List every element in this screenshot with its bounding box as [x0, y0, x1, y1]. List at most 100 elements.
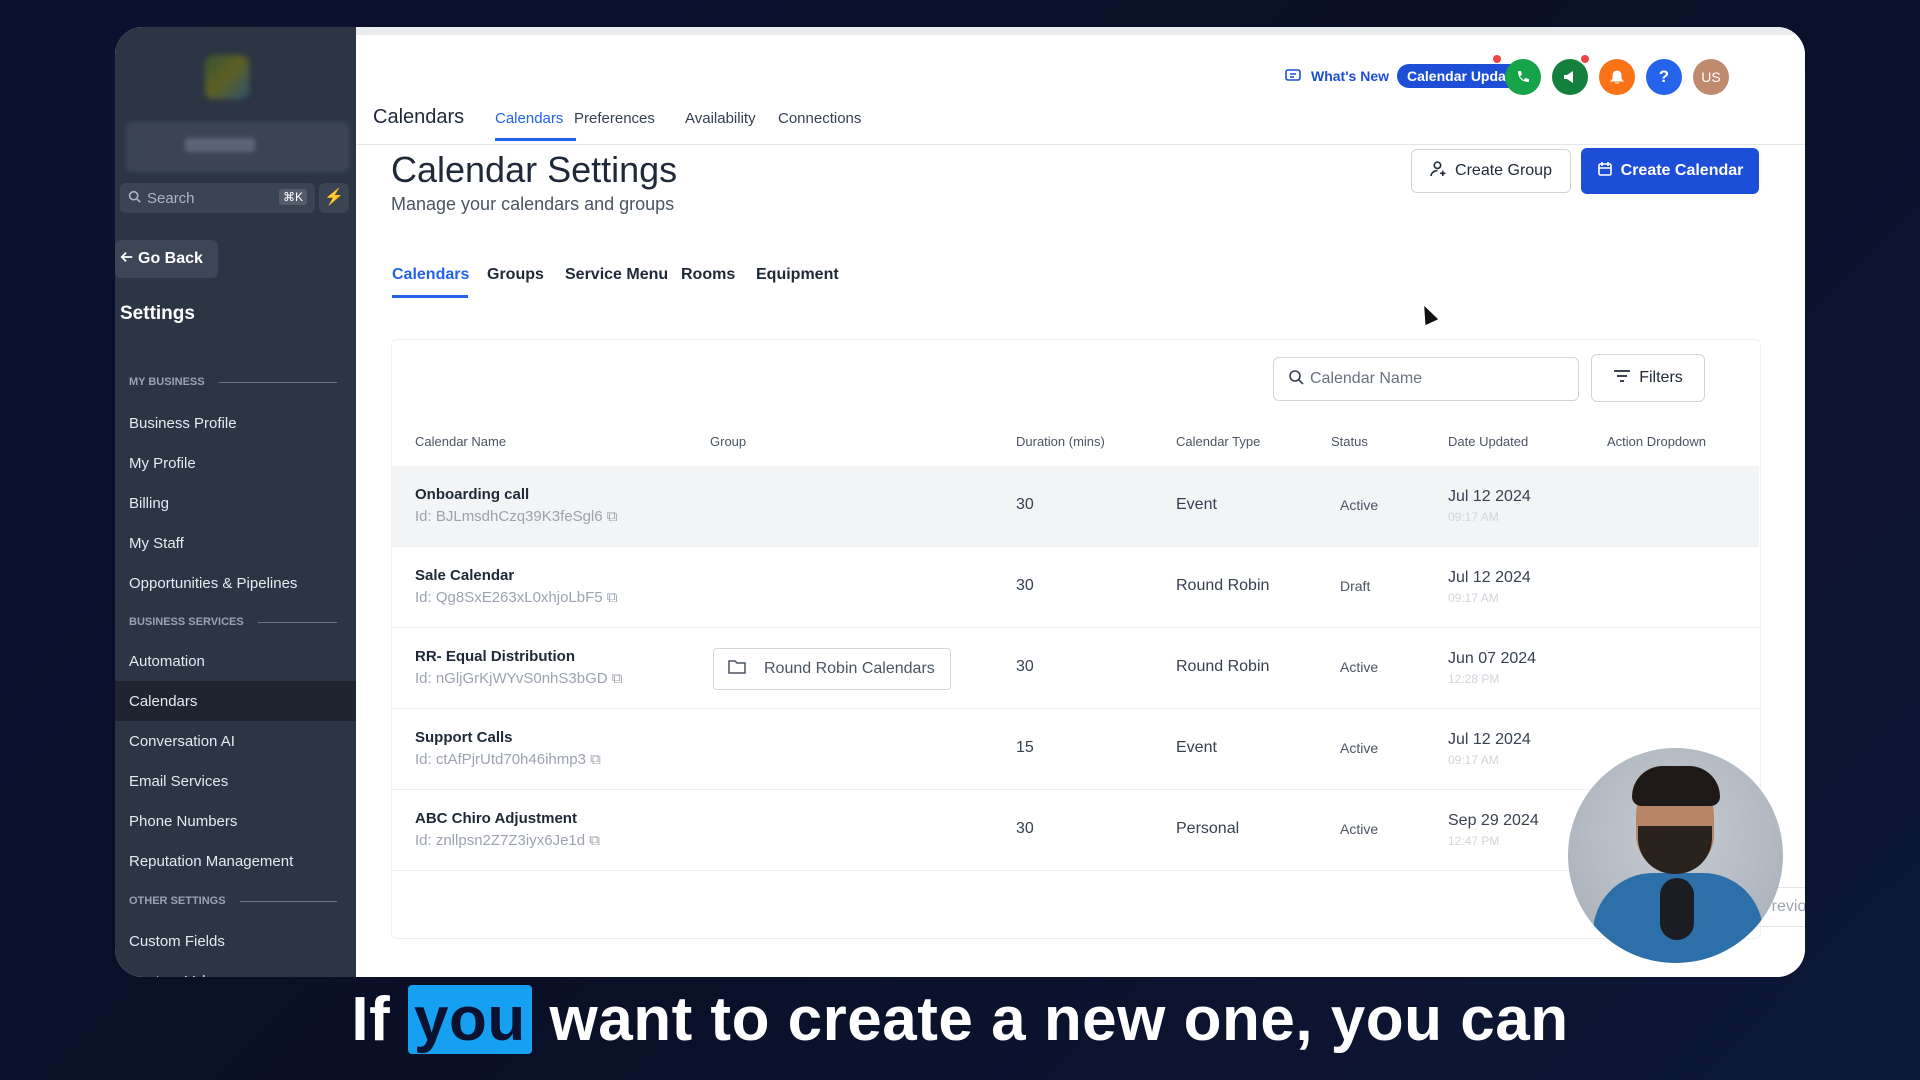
go-back-button[interactable]: Go Back — [115, 240, 218, 278]
notification-dot — [1493, 55, 1501, 63]
divider — [239, 900, 337, 902]
subtab-service-menu[interactable]: Service Menu — [565, 266, 668, 284]
bell-icon[interactable] — [1599, 59, 1635, 95]
calendar-status: Active — [1340, 821, 1379, 837]
section-my-business: MY BUSINESS — [129, 376, 337, 388]
copy-icon[interactable]: ⧉ — [612, 670, 623, 687]
phone-icon[interactable] — [1505, 59, 1541, 95]
whats-new-button[interactable]: What's New Calendar Updates — [1285, 59, 1537, 93]
video-caption: If you want to create a new one, you can — [0, 984, 1920, 1055]
app-window: Search ⌘K ⚡ Go Back Settings MY BUSINESS… — [115, 27, 1805, 977]
sidebar-item-automation[interactable]: Automation — [115, 641, 356, 681]
tab-availability[interactable]: Availability — [685, 110, 756, 127]
calendar-duration: 30 — [1016, 577, 1034, 594]
tab-connections[interactable]: Connections — [778, 110, 861, 127]
sidebar-item-conversation-ai[interactable]: Conversation AI — [115, 721, 356, 761]
copy-icon[interactable]: ⧉ — [607, 508, 618, 525]
table-row[interactable] — [392, 466, 1759, 547]
calendar-id: Id: Qg8SxE263xL0xhjoLbF5 ⧉ — [415, 589, 618, 606]
column-header-type: Calendar Type — [1176, 434, 1261, 449]
sidebar-title: Settings — [120, 303, 195, 324]
tab-calendars[interactable]: Calendars — [495, 110, 563, 127]
sidebar-item-opportunities[interactable]: Opportunities & Pipelines — [115, 563, 356, 603]
webcam-hair — [1632, 766, 1720, 806]
sidebar-item-my-staff[interactable]: My Staff — [115, 523, 356, 563]
subtab-equipment[interactable]: Equipment — [756, 266, 839, 284]
caption-after: want to create a new one, you can — [549, 985, 1569, 1054]
filters-button[interactable]: Filters — [1591, 354, 1705, 402]
sidebar-search-input[interactable]: Search ⌘K — [120, 183, 315, 213]
bolt-icon[interactable]: ⚡ — [319, 183, 349, 213]
table-row[interactable] — [392, 547, 1759, 628]
copy-icon[interactable]: ⧉ — [607, 589, 618, 606]
table-row[interactable] — [392, 709, 1759, 790]
column-header-group: Group — [710, 434, 747, 449]
search-shortcut: ⌘K — [278, 189, 307, 205]
filters-label: Filters — [1639, 369, 1683, 386]
group-chip-label: Round Robin Calendars — [764, 660, 935, 677]
calendar-duration: 30 — [1016, 820, 1034, 837]
calendar-icon — [1597, 161, 1613, 182]
user-add-icon — [1430, 160, 1447, 182]
active-tab-indicator — [495, 138, 576, 141]
calendar-id-text: Id: znllpsn2Z7Z3iyx6Je1d — [415, 832, 586, 849]
create-group-button[interactable]: Create Group — [1411, 149, 1571, 193]
page-subtitle: Manage your calendars and groups — [391, 194, 675, 214]
calendar-name[interactable]: RR- Equal Distribution — [415, 648, 575, 665]
sidebar: Search ⌘K ⚡ Go Back Settings MY BUSINESS… — [115, 27, 356, 977]
folder-icon — [728, 659, 746, 679]
section-business-services: BUSINESS SERVICES — [129, 616, 337, 628]
calendar-name[interactable]: Onboarding call — [415, 486, 529, 503]
calendar-id-text: Id: nGljGrKjWYvS0nhS3bGD — [415, 670, 608, 687]
account-switcher[interactable] — [125, 122, 350, 172]
subtab-rooms[interactable]: Rooms — [681, 266, 735, 284]
sidebar-item-reputation[interactable]: Reputation Management — [115, 841, 356, 881]
divider — [218, 381, 337, 383]
calendar-id: Id: BJLmsdhCzq39K3feSgl6 ⧉ — [415, 508, 618, 525]
calendar-name[interactable]: ABC Chiro Adjustment — [415, 810, 577, 827]
sidebar-item-calendars[interactable]: Calendars — [115, 681, 356, 721]
table-row[interactable] — [392, 790, 1759, 871]
calendar-name[interactable]: Support Calls — [415, 729, 513, 746]
top-nav: Calendars Calendars Preferences Availabi… — [356, 35, 1805, 145]
calendar-date: Jul 12 2024 — [1448, 731, 1531, 748]
calendar-status: Active — [1340, 659, 1379, 675]
group-chip[interactable]: Round Robin Calendars — [713, 648, 951, 690]
calendar-type: Round Robin — [1176, 658, 1270, 675]
sidebar-item-business-profile[interactable]: Business Profile — [115, 403, 356, 443]
calendar-id: Id: nGljGrKjWYvS0nhS3bGD ⧉ — [415, 670, 622, 687]
filter-icon — [1613, 369, 1631, 388]
calendar-id-text: Id: BJLmsdhCzq39K3feSgl6 — [415, 508, 603, 525]
calendar-duration: 15 — [1016, 739, 1034, 756]
tab-preferences[interactable]: Preferences — [574, 110, 655, 127]
calendar-time: 09:17 AM — [1448, 591, 1499, 605]
sidebar-item-custom-fields[interactable]: Custom Fields — [115, 921, 356, 961]
sidebar-item-custom-values[interactable]: Custom Values — [115, 961, 356, 978]
calendar-time: 12:28 PM — [1448, 672, 1500, 686]
sidebar-item-billing[interactable]: Billing — [115, 483, 356, 523]
page-title: Calendar Settings — [391, 149, 678, 190]
section-label: OTHER SETTINGS — [129, 895, 226, 907]
column-header-status: Status — [1331, 434, 1368, 449]
search-icon — [1288, 369, 1304, 390]
sidebar-item-email-services[interactable]: Email Services — [115, 761, 356, 801]
subtab-calendars[interactable]: Calendars — [392, 266, 469, 284]
sidebar-item-phone-numbers[interactable]: Phone Numbers — [115, 801, 356, 841]
sidebar-item-my-profile[interactable]: My Profile — [115, 443, 356, 483]
microphone-icon — [1660, 878, 1694, 940]
go-back-label: Go Back — [138, 250, 203, 267]
calendar-name[interactable]: Sale Calendar — [415, 567, 514, 584]
copy-icon[interactable]: ⧉ — [590, 751, 601, 768]
table-row[interactable] — [392, 628, 1759, 709]
caption-before: If — [351, 985, 391, 1054]
subtab-groups[interactable]: Groups — [487, 266, 544, 284]
user-avatar[interactable]: US — [1693, 59, 1729, 95]
copy-icon[interactable]: ⧉ — [589, 832, 600, 849]
column-header-duration: Duration (mins) — [1016, 434, 1105, 449]
create-calendar-button[interactable]: Create Calendar — [1581, 148, 1759, 194]
sidebar-search-placeholder: Search — [147, 189, 195, 207]
announcement-icon[interactable] — [1552, 59, 1588, 95]
help-icon[interactable]: ? — [1646, 59, 1682, 95]
calendar-search-input[interactable]: Calendar Name — [1273, 357, 1579, 401]
calendar-status: Active — [1340, 740, 1379, 756]
